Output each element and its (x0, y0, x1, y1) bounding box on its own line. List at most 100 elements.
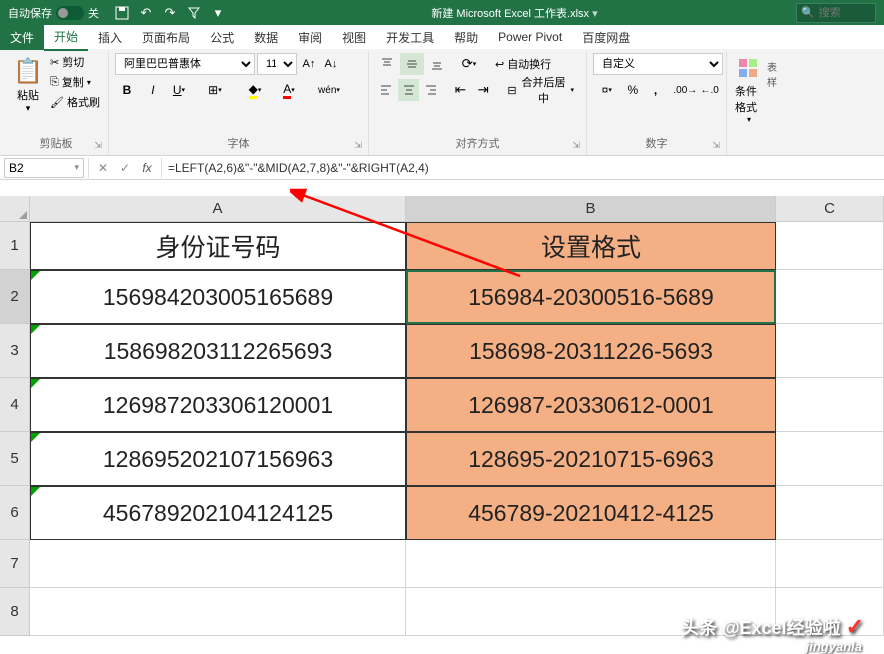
cell-c3[interactable] (776, 324, 884, 378)
formula-input[interactable] (162, 158, 884, 178)
increase-indent-button[interactable]: ⇥ (472, 79, 494, 101)
tab-insert[interactable]: 插入 (88, 25, 132, 50)
comma-button[interactable]: , (645, 79, 666, 101)
tab-help[interactable]: 帮助 (444, 25, 488, 50)
row-header[interactable]: 8 (0, 588, 30, 636)
decrease-decimal-button[interactable]: ←.0 (699, 79, 720, 101)
cell-a1[interactable]: 身份证号码 (30, 222, 406, 270)
tab-developer[interactable]: 开发工具 (376, 25, 444, 50)
merge-button[interactable]: ⊟合并后居中▾ (501, 79, 580, 101)
bold-button[interactable]: B (115, 79, 139, 101)
conditional-format-button[interactable]: 条件格式 ▾ (733, 53, 765, 126)
clipboard-launcher-icon[interactable]: ⇲ (94, 140, 102, 151)
cell-a2[interactable]: 156984203005165689 (30, 270, 406, 324)
column-header-b[interactable]: B (406, 196, 776, 222)
underline-button[interactable]: U▾ (167, 79, 191, 101)
cell-c7[interactable] (776, 540, 884, 588)
cancel-formula-button[interactable]: ✕ (93, 158, 113, 178)
align-middle-button[interactable] (400, 53, 424, 75)
qat-dropdown-icon[interactable]: ▾ (207, 2, 229, 24)
column-header-c[interactable]: C (776, 196, 884, 222)
italic-button[interactable]: I (141, 79, 165, 101)
toggle-switch (56, 6, 84, 20)
border-button[interactable]: ⊞▾ (199, 79, 231, 101)
cell-c2[interactable] (776, 270, 884, 324)
cell-c6[interactable] (776, 486, 884, 540)
cell-a4[interactable]: 126987203306120001 (30, 378, 406, 432)
tab-formulas[interactable]: 公式 (200, 25, 244, 50)
cell-a6[interactable]: 456789202104124125 (30, 486, 406, 540)
format-painter-button[interactable]: 🖌格式刷 (48, 93, 102, 111)
paste-button[interactable]: 📋 粘贴 ▾ (10, 53, 46, 116)
tab-view[interactable]: 视图 (332, 25, 376, 50)
cell-c1[interactable] (776, 222, 884, 270)
cell-a8[interactable] (30, 588, 406, 636)
cell-b5[interactable]: 128695-20210715-6963 (406, 432, 776, 486)
autosave-toggle[interactable]: 自动保存 关 (0, 5, 107, 21)
font-launcher-icon[interactable]: ⇲ (354, 140, 362, 151)
align-center-button[interactable] (398, 79, 420, 101)
search-box[interactable]: 🔍 (796, 3, 876, 23)
font-size-select[interactable]: 11 (257, 53, 297, 75)
cell-b1[interactable]: 设置格式 (406, 222, 776, 270)
filter-icon[interactable] (183, 2, 205, 24)
cell-a5[interactable]: 128695202107156963 (30, 432, 406, 486)
insert-function-button[interactable]: fx (137, 158, 157, 178)
font-color-button[interactable]: A▾ (273, 79, 305, 101)
cut-button[interactable]: ✂剪切 (48, 53, 102, 71)
copy-button[interactable]: ⎘复制▾ (48, 73, 102, 91)
percent-button[interactable]: % (623, 79, 644, 101)
font-name-select[interactable]: 阿里巴巴普惠体 (115, 53, 255, 75)
align-bottom-button[interactable] (425, 53, 449, 75)
align-top-button[interactable] (375, 53, 399, 75)
accounting-format-button[interactable]: ¤▾ (593, 79, 621, 101)
search-input[interactable] (819, 7, 869, 19)
watermark-sub: jingyanla (806, 639, 862, 654)
row-header[interactable]: 1 (0, 222, 30, 270)
cell-b6[interactable]: 456789-20210412-4125 (406, 486, 776, 540)
cell-c4[interactable] (776, 378, 884, 432)
row-header[interactable]: 3 (0, 324, 30, 378)
redo-icon[interactable]: ↷ (159, 2, 181, 24)
row-header[interactable]: 6 (0, 486, 30, 540)
tab-powerpivot[interactable]: Power Pivot (488, 26, 572, 48)
number-format-select[interactable]: 自定义 (593, 53, 723, 75)
decrease-font-button[interactable]: A↓ (321, 53, 341, 75)
select-all-corner[interactable] (0, 196, 30, 222)
tab-review[interactable]: 审阅 (288, 25, 332, 50)
tab-home[interactable]: 开始 (44, 24, 88, 51)
tab-data[interactable]: 数据 (244, 25, 288, 50)
increase-font-button[interactable]: A↑ (299, 53, 319, 75)
table-styles-partial: 表样 (767, 53, 777, 126)
orientation-button[interactable]: ⟳▾ (457, 53, 481, 75)
tab-layout[interactable]: 页面布局 (132, 25, 200, 50)
increase-decimal-button[interactable]: .00→ (673, 79, 697, 101)
tab-file[interactable]: 文件 (0, 25, 44, 50)
cell-a3[interactable]: 158698203112265693 (30, 324, 406, 378)
cell-b3[interactable]: 158698-20311226-5693 (406, 324, 776, 378)
decrease-indent-button[interactable]: ⇤ (450, 79, 472, 101)
row-header[interactable]: 5 (0, 432, 30, 486)
save-icon[interactable] (111, 2, 133, 24)
row-header[interactable]: 7 (0, 540, 30, 588)
fill-color-button[interactable]: ◆▾ (239, 79, 271, 101)
tab-baidu[interactable]: 百度网盘 (572, 25, 640, 50)
align-right-button[interactable] (420, 79, 442, 101)
phonetic-button[interactable]: wén▾ (313, 79, 345, 101)
confirm-formula-button[interactable]: ✓ (115, 158, 135, 178)
cell-a7[interactable] (30, 540, 406, 588)
cell-c5[interactable] (776, 432, 884, 486)
name-box-dropdown-icon[interactable]: ▾ (74, 162, 79, 173)
align-left-button[interactable] (375, 79, 397, 101)
row-header[interactable]: 2 (0, 270, 30, 324)
wrap-text-button[interactable]: ↩自动换行 (489, 53, 557, 75)
name-box[interactable]: B2 ▾ (4, 158, 84, 178)
alignment-launcher-icon[interactable]: ⇲ (572, 140, 580, 151)
column-header-a[interactable]: A (30, 196, 406, 222)
cell-b7[interactable] (406, 540, 776, 588)
number-launcher-icon[interactable]: ⇲ (712, 140, 720, 151)
cell-b2[interactable]: 156984-20300516-5689 (406, 270, 776, 324)
row-header[interactable]: 4 (0, 378, 30, 432)
cell-b4[interactable]: 126987-20330612-0001 (406, 378, 776, 432)
undo-icon[interactable]: ↶ (135, 2, 157, 24)
